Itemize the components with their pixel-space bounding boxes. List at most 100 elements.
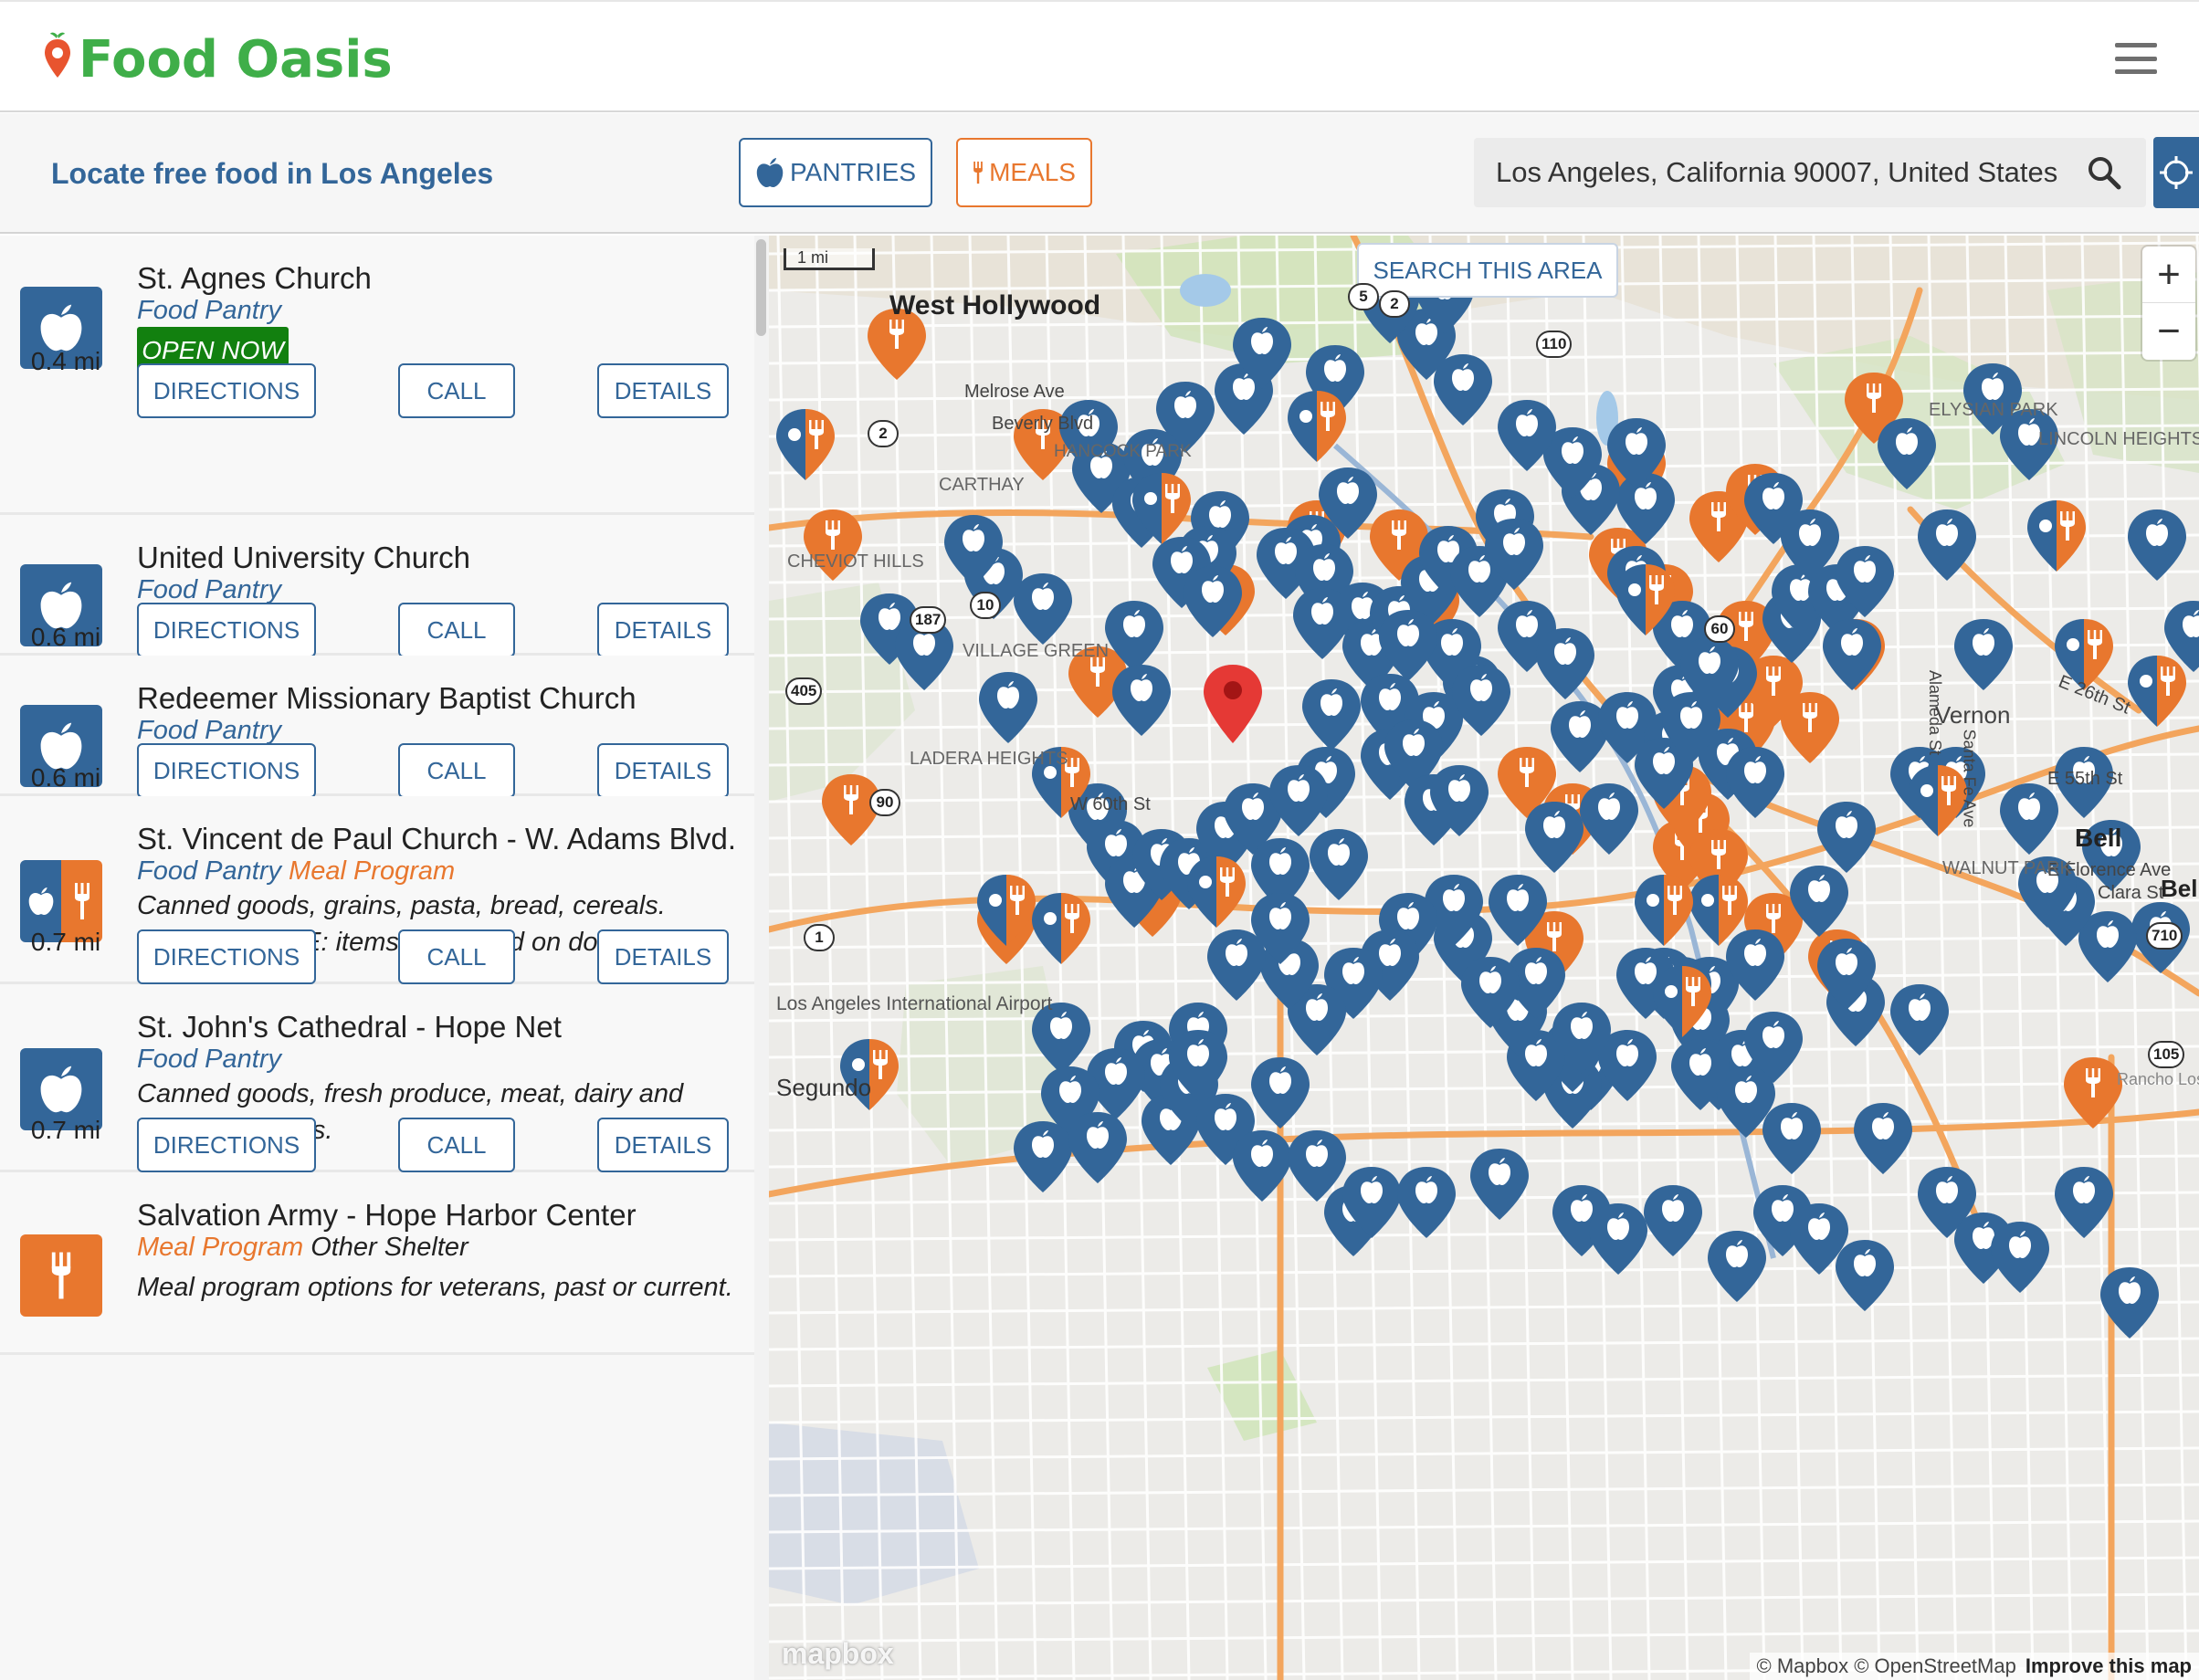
directions-button[interactable]: DIRECTIONS	[137, 743, 316, 798]
mapbox-logo[interactable]: mapbox	[782, 1637, 894, 1671]
entry-type-label: Food Pantry	[137, 716, 281, 745]
apple-icon	[40, 1066, 82, 1113]
result-entry[interactable]: United University Church Food Pantry 0.6 …	[0, 515, 754, 657]
entry-name[interactable]: St. John's Cathedral - Hope Net	[137, 1010, 562, 1045]
call-button[interactable]: CALL	[398, 743, 515, 798]
road-shield: 710	[2146, 922, 2183, 950]
pantry-marker[interactable]	[1762, 1103, 1821, 1174]
entry-name[interactable]: Redeemer Missionary Baptist Church	[137, 681, 637, 716]
improve-map-link[interactable]: Improve this map	[2025, 1654, 2192, 1678]
meals-filter-button[interactable]: MEALS	[956, 138, 1092, 207]
pantries-label: PANTRIES	[790, 158, 916, 186]
fork-icon	[74, 883, 89, 919]
pantry-marker[interactable]	[1068, 1112, 1127, 1183]
search-this-area-button[interactable]: SEARCH THIS AREA	[1357, 243, 1618, 298]
map-place-label: W 60th St	[1070, 794, 1151, 814]
directions-button[interactable]: DIRECTIONS	[137, 929, 316, 984]
pantry-marker[interactable]	[1302, 679, 1361, 751]
directions-button[interactable]: DIRECTIONS	[137, 1118, 316, 1172]
pantry-marker[interactable]	[1823, 619, 1881, 690]
attribution-text[interactable]: © Mapbox © OpenStreetMap	[1757, 1654, 2016, 1678]
pantry-marker[interactable]	[1991, 1222, 2049, 1293]
road-shield: 60	[1704, 615, 1735, 643]
details-button[interactable]: DETAILS	[597, 603, 729, 657]
details-button[interactable]: DETAILS	[597, 1118, 729, 1172]
entry-type-icon	[20, 1234, 102, 1317]
pantry-meal-marker[interactable]	[2128, 656, 2186, 727]
pantry-marker[interactable]	[1954, 619, 2013, 690]
pantry-meal-marker[interactable]	[776, 409, 835, 480]
food-oasis-logo[interactable]: Food Oasis	[42, 27, 393, 91]
call-button[interactable]: CALL	[398, 929, 515, 984]
pantry-marker[interactable]	[1854, 1103, 1912, 1174]
list-scrollbar[interactable]	[754, 236, 769, 1680]
road-shield: 90	[869, 789, 900, 816]
entry-name[interactable]: Salvation Army - Hope Harbor Center	[137, 1198, 637, 1233]
search-toolbar: Locate free food in Los Angeles PANTRIES…	[0, 113, 2199, 234]
pantry-marker[interactable]	[1269, 765, 1328, 836]
map-base	[769, 236, 2199, 1680]
call-button[interactable]: CALL	[398, 363, 515, 418]
pantry-marker[interactable]	[2128, 509, 2186, 581]
results-list[interactable]: St. Agnes Church Food Pantry 0.4 mi OPEN N…	[0, 236, 769, 1680]
pantry-marker[interactable]	[1251, 1057, 1310, 1129]
pantry-marker[interactable]	[2000, 783, 2058, 855]
details-button[interactable]: DETAILS	[597, 363, 729, 418]
carrot-pin-icon	[45, 32, 70, 78]
pantry-meal-marker[interactable]	[1635, 875, 1693, 946]
entry-name[interactable]: United University Church	[137, 541, 470, 575]
pantry-marker[interactable]	[1580, 783, 1638, 855]
pantry-marker[interactable]	[1525, 802, 1583, 873]
zoom-out-button[interactable]: −	[2142, 303, 2195, 360]
result-entry[interactable]: St. Vincent de Paul Church - W. Adams Bl…	[0, 796, 754, 984]
location-search-input[interactable]	[1496, 156, 2062, 189]
pantry-meal-marker[interactable]	[1032, 893, 1090, 964]
pantry-meal-marker[interactable]	[1288, 391, 1346, 462]
result-entry[interactable]: St. John's Cathedral - Hope Net Food Pan…	[0, 984, 754, 1172]
hamburger-menu-icon[interactable]	[2115, 43, 2157, 74]
map-place-label: CARTHAY	[939, 475, 1025, 495]
directions-button[interactable]: DIRECTIONS	[137, 363, 316, 418]
pantry-meal-marker[interactable]	[2027, 500, 2086, 572]
map-attribution[interactable]: © Mapbox © OpenStreetMap Improve this ma…	[1749, 1653, 2199, 1680]
pantry-marker[interactable]	[979, 672, 1037, 743]
pantry-marker[interactable]	[2078, 911, 2137, 982]
call-button[interactable]: CALL	[398, 1118, 515, 1172]
pantry-marker[interactable]	[1434, 354, 1492, 425]
pantry-marker[interactable]	[1836, 1240, 1894, 1311]
map-scale: 1 mi	[784, 248, 875, 270]
entry-name[interactable]: St. Vincent de Paul Church - W. Adams Bl…	[137, 822, 736, 856]
list-scrollbar-thumb[interactable]	[756, 239, 766, 336]
pantry-marker[interactable]	[1397, 1167, 1456, 1238]
pantry-marker[interactable]	[1589, 1203, 1647, 1275]
crosshair-icon	[2160, 156, 2193, 189]
result-entry[interactable]: St. Agnes Church Food Pantry 0.4 mi OPEN N…	[0, 236, 754, 515]
road-shield: 2	[1379, 290, 1410, 318]
pantry-marker[interactable]	[1470, 1149, 1529, 1220]
pantry-marker[interactable]	[1014, 573, 1072, 645]
selected-location-pin[interactable]	[1204, 665, 1262, 743]
pantry-marker[interactable]	[1310, 829, 1368, 900]
map-place-label: Bell	[2075, 824, 2122, 852]
locate-me-button[interactable]	[2153, 137, 2199, 208]
pantries-filter-button[interactable]: PANTRIES	[739, 138, 932, 207]
result-entry[interactable]: Redeemer Missionary Baptist Church Food …	[0, 656, 754, 798]
details-button[interactable]: DETAILS	[597, 929, 729, 984]
pantry-marker[interactable]	[1536, 628, 1594, 699]
zoom-in-button[interactable]: +	[2142, 247, 2195, 303]
map-place-label: Melrose Ave	[964, 382, 1065, 402]
pantry-meal-marker[interactable]	[1187, 856, 1246, 928]
search-icon[interactable]	[2086, 154, 2122, 191]
call-button[interactable]: CALL	[398, 603, 515, 657]
location-search-box[interactable]	[1474, 138, 2146, 207]
directions-button[interactable]: DIRECTIONS	[137, 603, 316, 657]
map-place-label: Bell G	[2161, 875, 2199, 902]
entry-types: Food Pantry	[137, 716, 281, 746]
entry-name[interactable]: St. Agnes Church	[137, 261, 372, 296]
map-view[interactable]: 1 mi SEARCH THIS AREA + − mapbox © Mapbo…	[769, 236, 2199, 1680]
pantry-marker[interactable]	[1644, 1185, 1702, 1256]
pantry-marker[interactable]	[1207, 929, 1266, 1001]
details-button[interactable]: DETAILS	[597, 743, 729, 798]
result-entry[interactable]: Salvation Army - Hope Harbor Center Meal…	[0, 1172, 754, 1355]
map-place-label: CHEVIOT HILLS	[787, 551, 924, 572]
